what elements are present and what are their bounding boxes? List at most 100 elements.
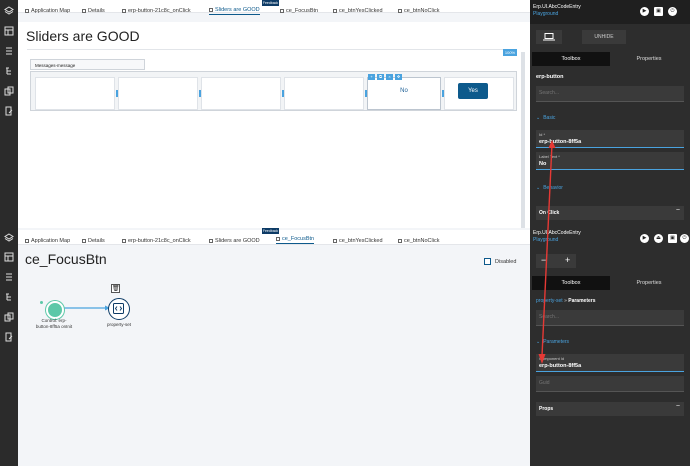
tab-ce-focusbtn[interactable]: ce_FocusBtn <box>280 5 318 17</box>
zoom-in-button[interactable]: + <box>565 255 570 265</box>
power-icon[interactable]: ⏻ <box>668 7 677 16</box>
edit-document-icon[interactable] <box>4 332 14 342</box>
play-icon[interactable]: ▶ <box>640 234 649 243</box>
start-node[interactable] <box>46 301 64 319</box>
column-resize-handle[interactable] <box>116 90 118 97</box>
laptop-icon <box>543 33 555 41</box>
chevron-down-icon: ⌄ <box>536 115 541 121</box>
guid-field[interactable] <box>539 376 679 390</box>
tab-label: Application Map <box>31 8 71 14</box>
copy-icon[interactable] <box>4 86 14 96</box>
copy-icon[interactable]: ⧉ <box>377 74 384 80</box>
component-name: erp-button <box>536 74 564 80</box>
tab-toolbox[interactable]: Toolbox <box>532 52 610 66</box>
zoom-badge: 100% <box>503 49 517 56</box>
collapse-icon[interactable]: − <box>676 207 680 214</box>
save-icon[interactable]: ▣ <box>668 234 677 243</box>
column-resize-handle[interactable] <box>442 90 444 97</box>
page-title: Sliders are GOOD <box>26 28 140 44</box>
disabled-checkbox[interactable] <box>484 258 491 265</box>
grid-icon <box>209 8 213 12</box>
column-resize-handle[interactable] <box>282 90 284 97</box>
tab-details[interactable]: Details <box>82 5 105 17</box>
list-icon[interactable] <box>4 46 14 56</box>
tab-label: Application Map <box>31 238 71 244</box>
flow-canvas[interactable]: ce_FocusBtn Disabled <box>18 245 530 466</box>
disabled-label: Disabled <box>495 259 517 265</box>
left-toolbar-bottom <box>0 228 18 466</box>
property-set-node-label: property-set <box>106 322 131 327</box>
tab-ce-btnyesclicked[interactable]: ce_btnYesClicked <box>333 5 383 17</box>
layers-icon[interactable] <box>4 6 14 16</box>
tab-ce-btnnoclick[interactable]: ce_btnNoClick <box>398 5 439 17</box>
property-set-node[interactable] <box>108 298 130 320</box>
guid-input[interactable] <box>536 376 684 392</box>
bottom-tab-bar: Feedback Application Map Details erp-but… <box>18 228 530 245</box>
tab-properties[interactable]: Properties <box>610 52 688 66</box>
search-input[interactable] <box>536 86 684 102</box>
panel-header: Erp.UI.AbcCodeEntry Playground ▶ ▣ ⏻ <box>530 0 690 24</box>
tab-label: ce_btnYesClicked <box>339 8 383 14</box>
divider <box>27 49 517 50</box>
node-port[interactable] <box>40 301 43 304</box>
tree-icon[interactable] <box>4 292 14 302</box>
column-resize-handle[interactable] <box>365 90 367 97</box>
flow-icon <box>398 239 402 243</box>
yes-button-preview[interactable]: Yes <box>458 83 488 99</box>
feedback-button[interactable]: Feedback <box>262 0 279 6</box>
tab-label: ce_btnYesClicked <box>339 238 383 244</box>
field-label: Id * <box>539 132 546 137</box>
device-selector[interactable] <box>536 30 562 44</box>
play-icon[interactable]: ▶ <box>640 7 649 16</box>
layout-icon[interactable] <box>4 252 14 262</box>
tab-label: ce_btnNoClick <box>404 8 440 14</box>
designer-canvas[interactable]: Sliders are GOOD 100% Messages-message <box>18 22 530 228</box>
tab-label: erp-button-21c8c_onClick <box>128 8 191 14</box>
tab-label: Sliders are GOOD <box>215 238 260 244</box>
edit-document-icon[interactable] <box>4 106 14 116</box>
tab-label: Details <box>88 238 105 244</box>
grid-cell[interactable] <box>284 77 364 110</box>
grid-cell[interactable] <box>35 77 115 110</box>
search-field[interactable] <box>539 310 679 324</box>
no-button-preview[interactable]: No <box>370 84 438 98</box>
app-subtitle[interactable]: Playground <box>533 11 558 17</box>
tree-icon[interactable] <box>4 66 14 76</box>
sitemap-icon <box>25 9 29 13</box>
section-basic[interactable]: ⌄ Basic <box>536 115 555 121</box>
layout-icon[interactable] <box>4 26 14 36</box>
eject-icon[interactable]: ⏏ <box>654 234 663 243</box>
column-resize-handle[interactable] <box>199 90 201 97</box>
tab-label: ce_FocusBtn <box>286 8 319 14</box>
collapse-icon[interactable]: − <box>676 403 680 410</box>
scrollbar[interactable] <box>521 52 525 228</box>
save-icon[interactable]: ▣ <box>654 7 663 16</box>
search-field[interactable] <box>539 86 679 100</box>
delete-icon[interactable]: × <box>386 74 393 80</box>
layers-icon[interactable] <box>4 233 14 243</box>
tab-properties[interactable]: Properties <box>610 276 688 290</box>
move-icon[interactable]: ✥ <box>395 74 402 80</box>
grid-cell[interactable] <box>118 77 198 110</box>
grid-cell[interactable] <box>201 77 281 110</box>
code-icon <box>113 303 124 314</box>
list-icon[interactable] <box>4 272 14 282</box>
tab-label: Sliders are GOOD <box>215 7 260 13</box>
tab-erp-button-onclick[interactable]: erp-button-21c8c_onClick <box>122 5 191 17</box>
flow-icon <box>333 239 337 243</box>
flow-icon <box>280 9 284 13</box>
breadcrumb-current: Parameters <box>568 298 596 304</box>
power-icon[interactable]: ⏻ <box>680 234 689 243</box>
app-title: Erp.UI.AbcCodeEntry <box>533 4 581 10</box>
copy-icon[interactable] <box>4 312 14 322</box>
message-container-label[interactable]: Messages-message <box>30 59 145 70</box>
plus-icon[interactable]: + <box>368 74 375 80</box>
unhide-button[interactable]: UNHIDE <box>582 30 626 44</box>
feedback-button[interactable]: Feedback <box>262 228 279 234</box>
props-group[interactable]: Props − <box>536 402 684 416</box>
left-toolbar-top <box>0 0 18 228</box>
tab-ce-focusbtn[interactable]: ce_FocusBtn <box>276 235 315 244</box>
tab-application-map[interactable]: Application Map <box>25 5 70 17</box>
delete-icon[interactable]: 🗑 <box>111 284 120 293</box>
tab-sliders-are-good[interactable]: Sliders are GOOD <box>209 5 260 15</box>
